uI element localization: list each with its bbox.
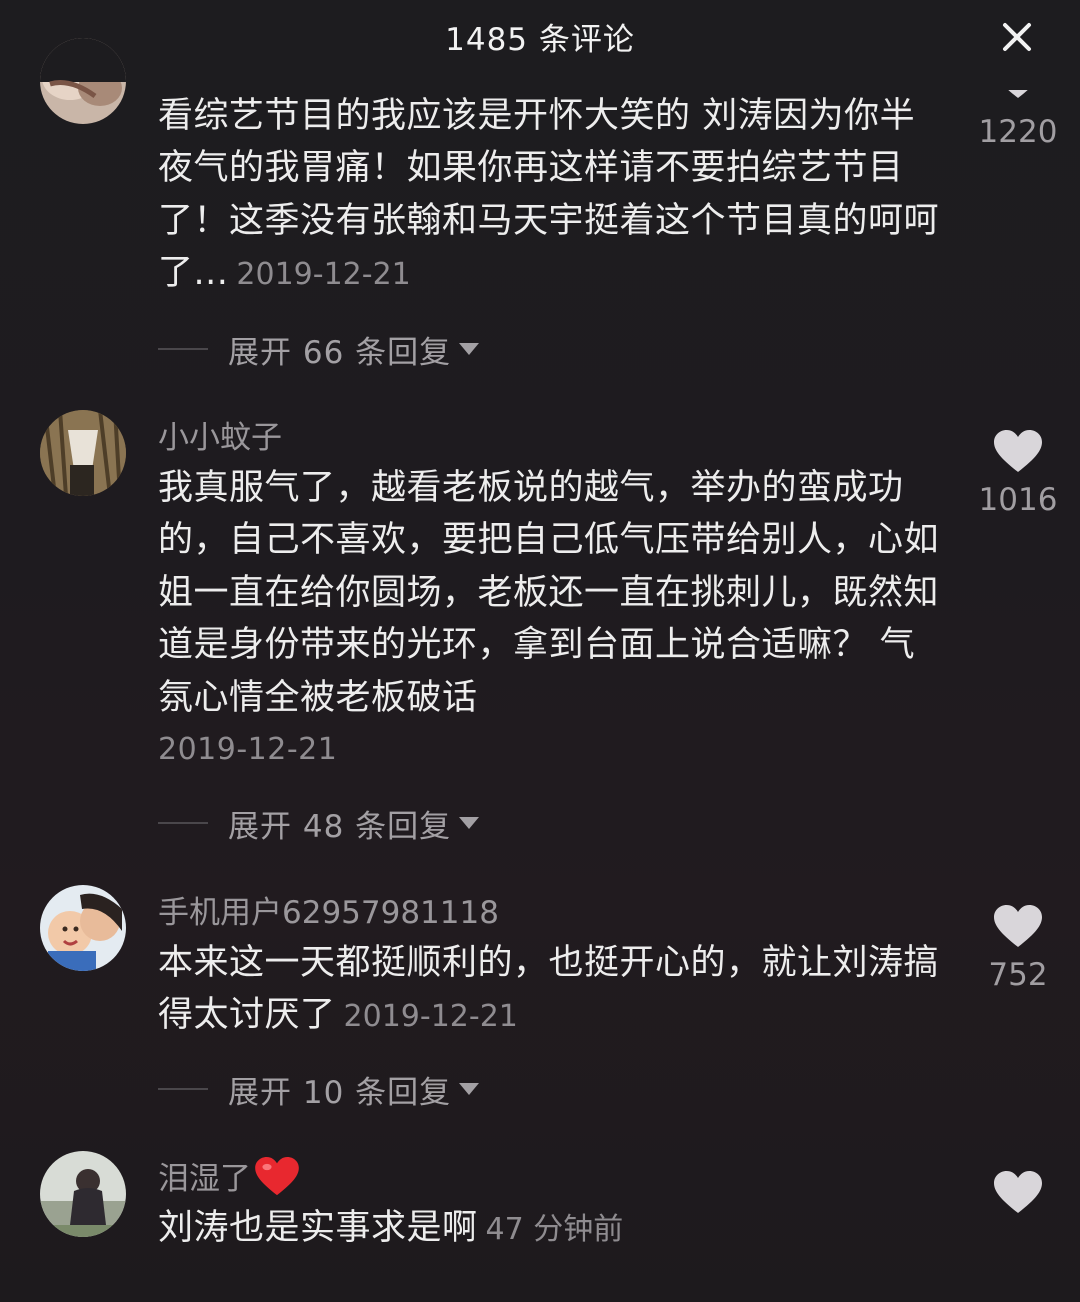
divider [158,822,208,824]
expand-replies-button[interactable]: 展开 10 条回复 [158,1069,480,1111]
expand-replies-label: 展开 66 条回复 [228,334,452,371]
comments-header: 1485 条评论 [0,0,1080,80]
heart-icon [994,56,1042,100]
caret-down-icon [459,343,480,355]
avatar[interactable] [40,885,126,971]
avatar[interactable] [40,1151,126,1237]
comment-timestamp: 47 分钟前 [485,1212,624,1247]
avatar[interactable] [40,410,126,496]
like-button[interactable]: 1220 [976,56,1060,150]
close-icon [1003,23,1031,51]
comment-count-title: 1485 条评论 [445,22,635,58]
close-button[interactable] [994,14,1040,60]
comment-timestamp: 2019-12-21 [158,732,338,768]
like-count: 1220 [978,114,1058,150]
like-count: 752 [988,957,1048,993]
divider [158,1088,208,1090]
like-button[interactable]: 1016 [976,430,1060,518]
comment-text: 刘涛也是实事求是啊 47 分钟前 [158,1208,624,1248]
heart-icon [994,430,1042,472]
expand-replies-label: 展开 10 条回复 [228,1074,452,1111]
comments-screen: 1485 条评论 看综艺节目的我应该是开怀大笑的 刘涛因为你半夜气的我胃痛！如果… [0,0,1080,1302]
red-heart-emoji [255,1156,299,1205]
comment-timestamp: 2019-12-21 [343,999,518,1035]
comment-text: 看综艺节目的我应该是开怀大笑的 刘涛因为你半夜气的我胃痛！如果你再这样请不要拍综… [158,96,940,294]
comment-timestamp: 2019-12-21 [236,257,411,293]
expand-replies-label: 展开 48 条回复 [228,808,452,845]
expand-replies-button[interactable]: 展开 66 条回复 [158,329,480,371]
divider [158,348,208,350]
username[interactable]: 泪湿了 [158,1153,299,1205]
heart-icon [994,1171,1042,1213]
avatar[interactable] [40,38,126,124]
like-button[interactable] [976,1171,1060,1215]
expand-replies-button[interactable]: 展开 48 条回复 [158,803,480,845]
comment-text: 我真服气了，越看老板说的越气，举办的蛮成功的，自己不喜欢，要把自己低气压带给别人… [158,462,948,776]
caret-down-icon [459,1083,480,1095]
username[interactable]: 手机用户62957981118 [158,887,499,932]
like-count: 1016 [978,482,1058,518]
caret-down-icon [459,817,480,829]
username[interactable]: 小小蚊子 [158,412,282,457]
heart-icon [994,905,1042,947]
comment-text: 本来这一天都挺顺利的，也挺开心的，就让刘涛搞得太讨厌了 2019-12-21 [158,943,940,1036]
like-button[interactable]: 752 [976,905,1060,993]
